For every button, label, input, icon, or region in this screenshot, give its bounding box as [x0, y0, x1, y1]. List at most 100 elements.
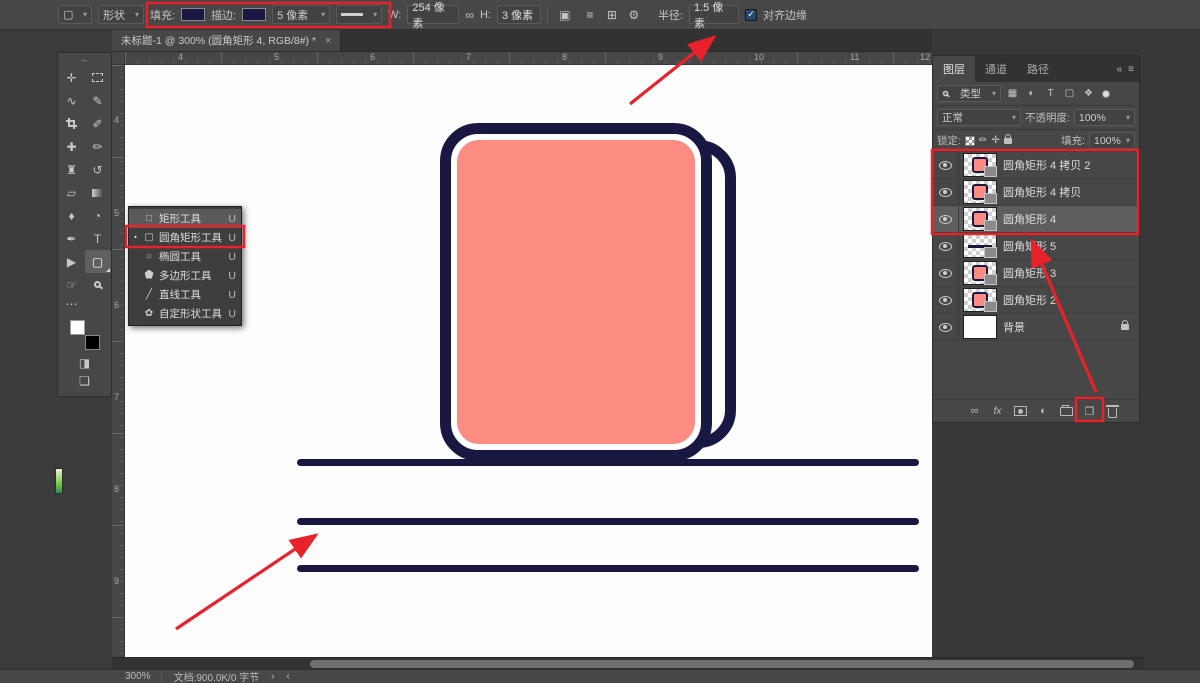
toolbox-grip[interactable]: ↔	[58, 53, 111, 66]
layer-row[interactable]: 圆角矩形 2	[933, 287, 1139, 314]
quick-select-tool[interactable]: ✎	[85, 89, 111, 112]
lock-move-icon[interactable]: ✛	[991, 135, 999, 146]
toolbox-more-button[interactable]: ⋯	[59, 296, 111, 312]
opacity-value-select[interactable]: 100% ▾	[1074, 109, 1135, 126]
layer-row[interactable]: 圆角矩形 4 拷贝 2	[933, 152, 1139, 179]
dodge-tool[interactable]: ◔	[85, 204, 111, 227]
filter-adjustment-layers-icon[interactable]: ◐	[1024, 88, 1039, 99]
filter-pixel-layers-icon[interactable]: ▦	[1005, 88, 1020, 99]
lock-transparency-icon[interactable]	[965, 136, 975, 146]
stroke-color-swatch[interactable]	[242, 8, 266, 21]
fill-value-select[interactable]: 100% ▾	[1089, 132, 1135, 149]
w-value-field[interactable]: 254 像素	[407, 5, 459, 24]
status-expand-icon[interactable]: ›	[271, 671, 274, 682]
marquee-tool[interactable]	[85, 66, 111, 89]
new-group-button[interactable]	[1055, 407, 1078, 416]
fill-color-swatch[interactable]	[181, 8, 205, 21]
move-tool[interactable]: ✛	[59, 66, 85, 89]
visibility-toggle[interactable]	[933, 206, 959, 232]
scrollbar-thumb[interactable]	[310, 660, 1134, 668]
zoom-tool[interactable]	[85, 273, 111, 296]
layer-row[interactable]: 圆角矩形 5	[933, 233, 1139, 260]
h-value-field[interactable]: 3 像素	[497, 5, 541, 24]
path-select-tool[interactable]: ▶	[59, 250, 85, 273]
shape-mode-select[interactable]: 形状 ▾	[98, 5, 144, 24]
layer-thumbnail[interactable]	[963, 180, 997, 204]
rounded-rectangle-tool[interactable]: ▢	[85, 250, 111, 273]
visibility-toggle[interactable]	[933, 179, 959, 205]
layer-thumbnail[interactable]	[963, 315, 997, 339]
visibility-toggle[interactable]	[933, 233, 959, 259]
crop-tool[interactable]	[59, 112, 85, 135]
panel-menu-icon[interactable]: ≡	[1128, 64, 1134, 75]
layer-thumbnail[interactable]	[963, 234, 997, 258]
layer-thumbnail[interactable]	[963, 261, 997, 285]
filter-type-layers-icon[interactable]: T	[1043, 88, 1058, 99]
blend-mode-select[interactable]: 正常 ▾	[937, 109, 1021, 126]
stroke-width-select[interactable]: 5 像素 ▾	[272, 5, 330, 24]
menu-item-rectangle-tool[interactable]: □ 矩形工具 U	[129, 209, 241, 228]
layer-thumbnail[interactable]	[963, 207, 997, 231]
add-layer-mask-button[interactable]	[1009, 406, 1032, 416]
tab-channels[interactable]: 通道	[975, 56, 1017, 82]
layer-thumbnail[interactable]	[963, 153, 997, 177]
tab-paths[interactable]: 路径	[1017, 56, 1059, 82]
foreground-color-swatch[interactable]	[70, 320, 85, 335]
horizontal-scrollbar[interactable]	[112, 657, 1144, 669]
collapse-panel-icon[interactable]: «	[1117, 64, 1123, 75]
link-dimensions-icon[interactable]: ∞	[465, 8, 474, 22]
eraser-tool[interactable]: ▱	[59, 181, 85, 204]
visibility-toggle[interactable]	[933, 287, 959, 313]
layer-row-selected[interactable]: 圆角矩形 4	[933, 206, 1139, 233]
align-edges-checkbox[interactable]: ✓	[745, 9, 757, 21]
lasso-tool[interactable]: ∿	[59, 89, 85, 112]
brush-tool[interactable]: ✏	[85, 135, 111, 158]
document-tab[interactable]: 未标题-1 @ 300% (圆角矩形 4, RGB/8#) * ×	[112, 30, 341, 51]
history-brush-tool[interactable]: ↺	[85, 158, 111, 181]
quick-mask-button[interactable]: ◨	[58, 354, 111, 372]
tool-preset-button[interactable]: ▢ ▾	[58, 5, 92, 24]
path-arrangement-button[interactable]: ⊞	[604, 8, 620, 22]
new-layer-button[interactable]: ❐	[1078, 405, 1101, 418]
menu-item-line-tool[interactable]: ╱ 直线工具 U	[129, 285, 241, 304]
eyedropper-tool[interactable]: ✐	[85, 112, 111, 135]
lock-all-icon[interactable]	[1004, 138, 1012, 144]
link-layers-button[interactable]: ∞	[963, 405, 986, 417]
menu-item-custom-shape-tool[interactable]: ✿ 自定形状工具 U	[129, 304, 241, 323]
status-collapse-icon[interactable]: ‹	[287, 671, 290, 682]
screen-mode-button[interactable]: ❏	[58, 372, 111, 390]
layer-row[interactable]: 圆角矩形 3	[933, 260, 1139, 287]
visibility-toggle[interactable]	[933, 260, 959, 286]
visibility-toggle[interactable]	[933, 314, 959, 340]
gradient-tool[interactable]	[85, 181, 111, 204]
filter-toggle[interactable]	[1102, 90, 1110, 98]
healing-brush-tool[interactable]: ✚	[59, 135, 85, 158]
delete-layer-button[interactable]	[1101, 405, 1124, 418]
zoom-level-field[interactable]: 300%	[125, 671, 162, 682]
layer-thumbnail[interactable]	[963, 288, 997, 312]
filter-type-select[interactable]: 类型 ▾	[937, 85, 1001, 102]
layer-style-button[interactable]: fx	[986, 406, 1009, 417]
type-tool[interactable]: T	[85, 227, 111, 250]
clone-stamp-tool[interactable]: ♜	[59, 158, 85, 181]
filter-smart-object-icon[interactable]: ❖	[1081, 88, 1096, 99]
hand-tool[interactable]: ☞	[59, 273, 85, 296]
menu-item-rounded-rectangle-tool[interactable]: ▪ ▢ 圆角矩形工具 U	[129, 228, 241, 247]
tab-layers[interactable]: 图层	[933, 56, 975, 82]
background-color-swatch[interactable]	[85, 335, 100, 350]
blur-tool[interactable]: ♦	[59, 204, 85, 227]
pen-tool[interactable]: ✒	[59, 227, 85, 250]
stroke-style-select[interactable]: ▾	[336, 5, 382, 24]
path-operations-button[interactable]: ▣	[554, 8, 576, 22]
visibility-toggle[interactable]	[933, 152, 959, 178]
canvas[interactable]	[125, 65, 932, 657]
path-alignment-button[interactable]: ≡	[582, 8, 598, 22]
close-icon[interactable]: ×	[325, 35, 331, 47]
lock-paint-icon[interactable]: ✏	[979, 135, 987, 146]
menu-item-ellipse-tool[interactable]: ○ 椭圆工具 U	[129, 247, 241, 266]
radius-value-field[interactable]: 1.5 像素	[689, 5, 739, 24]
menu-item-polygon-tool[interactable]: 多边形工具 U	[129, 266, 241, 285]
layer-row-background[interactable]: 背景	[933, 314, 1139, 341]
layer-row[interactable]: 圆角矩形 4 拷贝	[933, 179, 1139, 206]
filter-shape-layers-icon[interactable]: ▢	[1062, 88, 1077, 99]
